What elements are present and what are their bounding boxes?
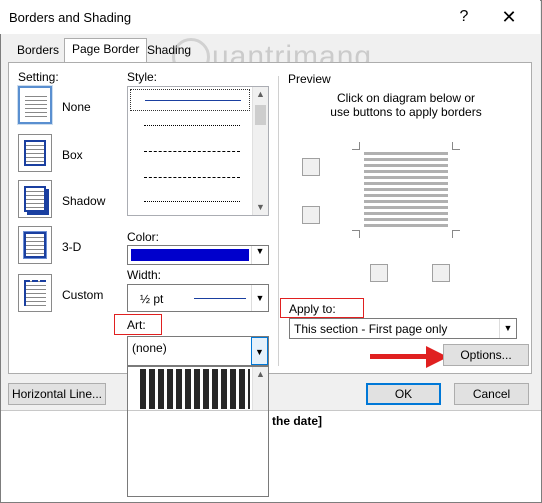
cancel-button[interactable]: Cancel (454, 383, 529, 405)
color-swatch (131, 249, 249, 261)
setting-custom-label[interactable]: Custom (62, 288, 103, 302)
style-scrollbar[interactable]: ▲ ▼ (252, 87, 268, 215)
setting-shadow-icon[interactable] (18, 180, 52, 218)
tab-page-border[interactable]: Page Border (64, 38, 148, 63)
document-background (1, 410, 541, 502)
art-label: Art: (127, 318, 146, 332)
dialog-title: Borders and Shading (9, 10, 132, 25)
close-button[interactable]: ✕ (486, 4, 532, 30)
scroll-up-icon[interactable]: ▲ (253, 367, 268, 382)
horizontal-line-button[interactable]: Horizontal Line... (8, 383, 106, 405)
tab-shading[interactable]: Shading (140, 40, 198, 62)
style-item-longdash[interactable] (144, 177, 240, 178)
setting-3d-icon[interactable] (18, 226, 52, 264)
preview-page[interactable] (352, 142, 460, 238)
setting-box-icon[interactable] (18, 134, 52, 172)
setting-shadow-label[interactable]: Shadow (62, 194, 105, 208)
left-border-icon[interactable] (370, 264, 388, 282)
top-border-icon[interactable] (302, 158, 320, 176)
options-button[interactable]: Options... (443, 344, 529, 366)
preview-instructions: Click on diagram below or use buttons to… (330, 91, 482, 119)
scroll-down-icon[interactable]: ▼ (253, 200, 268, 215)
width-label: Width: (127, 268, 162, 282)
document-text: the date] (272, 414, 323, 428)
scroll-up-icon[interactable]: ▲ (253, 87, 268, 102)
apply-to-label: Apply to: (289, 302, 336, 316)
setting-custom-icon[interactable] (18, 274, 52, 312)
style-listbox[interactable]: ▲ ▼ (127, 86, 269, 216)
divider (278, 76, 279, 366)
art-value: (none) (132, 341, 167, 355)
color-dropdown[interactable]: ▼ (127, 245, 269, 265)
style-item-selected[interactable] (130, 89, 250, 111)
art-option-pattern-1[interactable] (140, 369, 250, 409)
right-border-icon[interactable] (432, 264, 450, 282)
width-value: ½ pt (140, 292, 164, 306)
bottom-border-icon[interactable] (302, 206, 320, 224)
chevron-down-icon[interactable]: ▼ (251, 285, 268, 311)
help-button[interactable]: ? (455, 8, 473, 26)
scroll-thumb[interactable] (255, 105, 266, 125)
preview-label: Preview (288, 72, 331, 86)
setting-none-icon[interactable] (18, 86, 52, 124)
art-dropdown[interactable]: (none) ▼ (127, 336, 269, 366)
chevron-down-icon[interactable]: ▼ (251, 246, 268, 264)
color-label: Color: (127, 230, 160, 244)
style-item-dotted[interactable] (144, 125, 240, 126)
chevron-down-icon[interactable]: ▼ (499, 319, 516, 338)
style-label: Style: (127, 70, 158, 84)
tab-borders[interactable]: Borders (10, 40, 66, 62)
ok-button[interactable]: OK (366, 383, 441, 405)
style-item-dashdot[interactable] (144, 201, 240, 202)
setting-box-label[interactable]: Box (62, 148, 83, 162)
width-line-preview (194, 298, 246, 299)
red-arrow-annotation (370, 346, 450, 368)
apply-to-value: This section - First page only (294, 322, 448, 336)
setting-3d-label[interactable]: 3-D (62, 240, 81, 254)
chevron-down-icon[interactable]: ▼ (251, 337, 268, 365)
apply-to-dropdown[interactable]: This section - First page only ▼ (289, 318, 517, 339)
setting-none-label[interactable]: None (62, 100, 91, 114)
style-item-dashed[interactable] (144, 151, 240, 152)
width-dropdown[interactable]: ½ pt ▼ (127, 284, 269, 312)
setting-label: Setting: (18, 70, 59, 84)
